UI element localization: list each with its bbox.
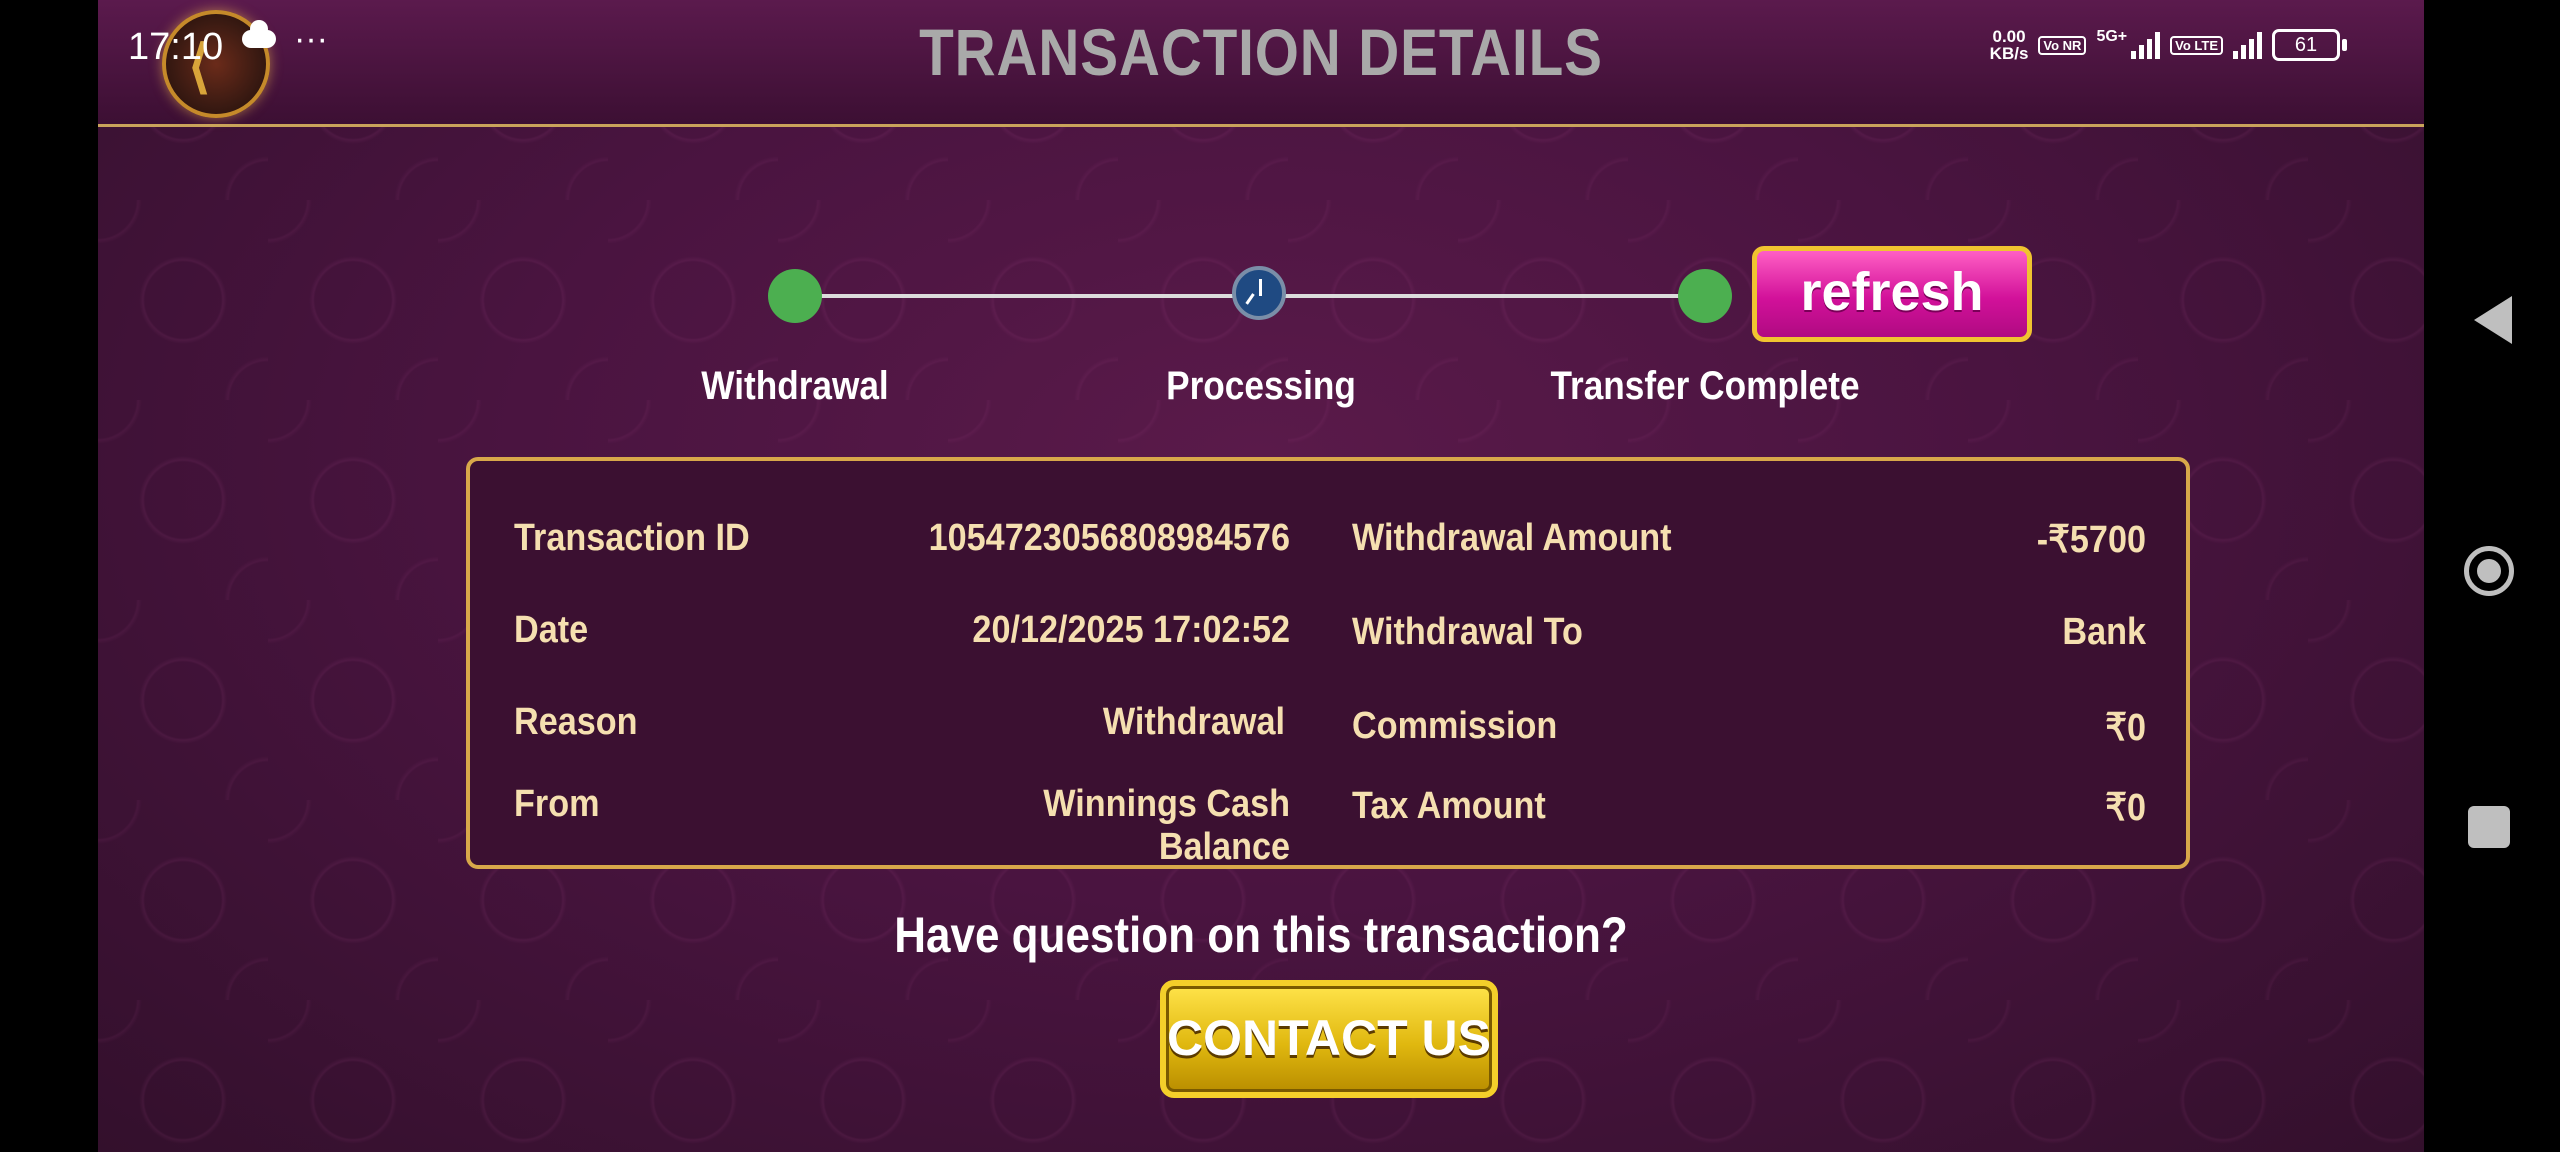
value-commission: ₹0 [2105,707,2146,749]
label-date: Date [514,609,589,651]
refresh-button[interactable]: refresh [1752,246,2032,342]
value-transaction-id: 1054723056808984576 [928,517,1290,559]
header-bar: ⟨ TRANSACTION DETAILS [98,0,2424,127]
system-nav-bar [2424,0,2560,1152]
label-transaction-id: Transaction ID [514,517,750,559]
more-notifications-icon: ··· [294,20,328,58]
value-reason: Withdrawal [1102,701,1285,743]
status-time: 17:10 [128,26,224,68]
label-commission: Commission [1352,705,1558,747]
value-withdrawal-to: Bank [2062,611,2146,653]
volte-lte-icon: Vo LTE [2170,35,2223,55]
label-withdrawal-to: Withdrawal To [1352,611,1583,653]
value-from: Winnings Cash Balance [1043,783,1290,868]
details-panel: Transaction ID 1054723056808984576 Date … [466,457,2190,869]
volte-nr-icon: Vo NR [2038,35,2087,55]
contact-us-button[interactable]: CONTACT US [1160,980,1498,1098]
label-from: From [514,783,600,825]
value-withdrawal-amount: -₹5700 [2036,519,2146,561]
network-type: 5G+ [2096,28,2128,45]
step-withdrawal-done-icon [768,269,822,323]
help-question-text: Have question on this transaction? [894,907,1628,963]
back-icon[interactable] [2474,296,2512,344]
value-date: 20/12/2025 17:02:52 [972,609,1290,651]
recent-apps-icon[interactable] [2468,806,2510,848]
net-speed: 0.00 KB/s [1989,27,2029,63]
page-title: TRANSACTION DETAILS [919,15,1603,89]
step-transfer-complete-done-icon [1678,269,1732,323]
home-icon[interactable] [2464,546,2514,596]
app-screen: ⟨ TRANSACTION DETAILS 17:10 ··· 0.00 KB/… [98,0,2424,1152]
signal-icon-2 [2233,31,2262,59]
step-label-transfer-complete: Transfer Complete [1550,364,1860,408]
cloud-icon [242,20,276,48]
label-withdrawal-amount: Withdrawal Amount [1352,517,1672,559]
status-icons: 0.00 KB/s Vo NR 5G+ Vo LTE 61 [1989,27,2347,63]
value-tax-amount: ₹0 [2105,787,2146,829]
step-processing-clock-icon [1232,266,1286,320]
step-label-processing: Processing [1166,364,1356,408]
signal-icon [2131,31,2161,59]
label-reason: Reason [514,701,638,743]
battery-icon: 61 [2272,29,2347,61]
label-tax-amount: Tax Amount [1352,785,1546,827]
step-label-withdrawal: Withdrawal [701,364,889,408]
